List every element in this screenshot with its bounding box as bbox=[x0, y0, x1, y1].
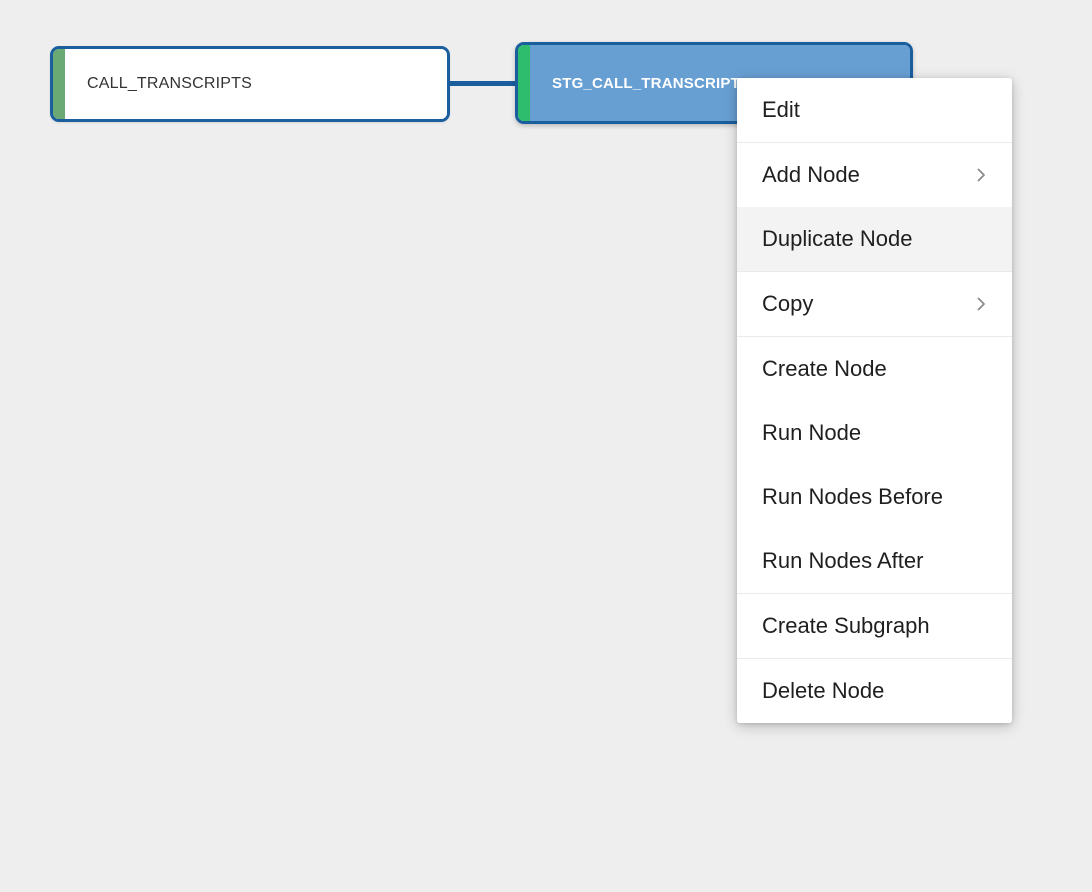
node-label: CALL_TRANSCRIPTS bbox=[87, 75, 253, 92]
node-context-menu[interactable]: Edit Add Node Duplicate Node Copy Create… bbox=[737, 78, 1012, 723]
menu-group-run: Create Node Run Node Run Nodes Before Ru… bbox=[737, 336, 1012, 593]
menu-item-label: Create Subgraph bbox=[762, 613, 930, 638]
menu-item-add-node[interactable]: Add Node bbox=[737, 143, 1012, 207]
menu-group-node-actions: Add Node Duplicate Node bbox=[737, 142, 1012, 271]
chevron-right-icon bbox=[972, 166, 990, 184]
menu-item-label: Duplicate Node bbox=[762, 226, 913, 251]
menu-group-subgraph: Create Subgraph bbox=[737, 593, 1012, 658]
graph-node-call-transcripts[interactable]: CALL_TRANSCRIPTS bbox=[50, 46, 450, 122]
menu-item-label: Copy bbox=[762, 291, 814, 316]
menu-group-delete: Delete Node bbox=[737, 658, 1012, 723]
menu-item-delete-node[interactable]: Delete Node bbox=[737, 659, 1012, 723]
menu-item-create-subgraph[interactable]: Create Subgraph bbox=[737, 594, 1012, 658]
node-body: CALL_TRANSCRIPTS bbox=[65, 49, 447, 119]
menu-item-edit[interactable]: Edit bbox=[737, 78, 1012, 142]
menu-group-copy: Copy bbox=[737, 271, 1012, 336]
menu-item-run-nodes-after[interactable]: Run Nodes After bbox=[737, 529, 1012, 593]
menu-item-label: Run Nodes After bbox=[762, 548, 924, 573]
menu-item-copy[interactable]: Copy bbox=[737, 272, 1012, 336]
menu-item-label: Run Nodes Before bbox=[762, 484, 943, 509]
menu-item-label: Add Node bbox=[762, 162, 860, 187]
menu-item-duplicate-node[interactable]: Duplicate Node bbox=[737, 207, 1012, 271]
menu-item-run-node[interactable]: Run Node bbox=[737, 401, 1012, 465]
menu-item-label: Delete Node bbox=[762, 678, 885, 703]
chevron-right-icon bbox=[972, 295, 990, 313]
node-accent-bar bbox=[518, 45, 530, 121]
menu-item-label: Edit bbox=[762, 97, 800, 122]
menu-item-label: Create Node bbox=[762, 356, 887, 381]
node-accent-bar bbox=[53, 49, 65, 119]
menu-group-edit: Edit bbox=[737, 78, 1012, 142]
menu-item-label: Run Node bbox=[762, 420, 862, 445]
graph-edge-call-transcripts-to-stg bbox=[450, 81, 516, 86]
menu-item-create-node[interactable]: Create Node bbox=[737, 337, 1012, 401]
menu-item-run-nodes-before[interactable]: Run Nodes Before bbox=[737, 465, 1012, 529]
